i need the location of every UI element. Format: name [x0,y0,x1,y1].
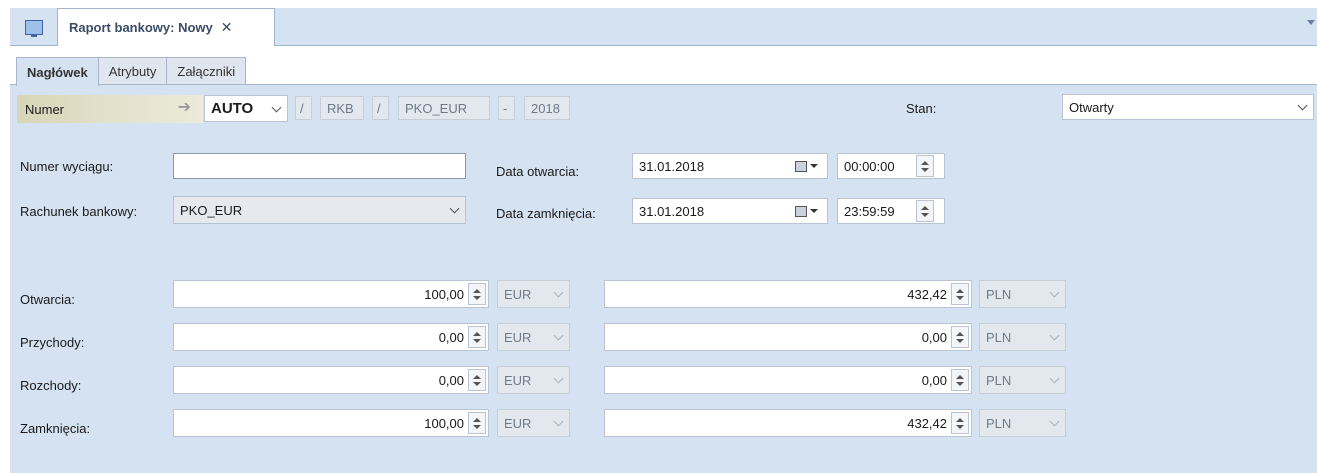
rachunek-value: PKO_EUR [180,202,243,218]
numer-wyciagu-label: Numer wyciągu: [20,159,114,174]
amount-pln-input[interactable]: 432,42 [604,280,972,308]
rachunek-label: Rachunek bankowy: [20,204,138,219]
data-zamkniecia-date-value: 31.01.2018 [639,203,705,219]
app-menu-button[interactable] [10,8,58,46]
currency-pln-select: PLN [979,409,1066,437]
numer-rkb: RKB [320,96,364,120]
close-icon[interactable]: ✕ [221,19,233,36]
amount-spinner-icon[interactable] [951,326,969,348]
data-otwarcia-time-value: 00:00:00 [844,158,895,174]
data-zamkniecia-time-value: 23:59:59 [844,203,895,219]
amount-eur-input[interactable]: 100,00 [173,280,489,308]
numer-wyciagu-input[interactable] [173,153,466,179]
amount-label: Przychody: [20,335,85,350]
currency-pln-select: PLN [979,366,1066,394]
numer-label-text: Numer [25,101,65,117]
arrow-right-icon: ➔ [177,99,191,116]
amount-spinner-icon[interactable] [951,412,969,434]
time-spinner-icon[interactable] [916,200,934,222]
chevron-down-icon [271,102,282,113]
data-otwarcia-date-value: 31.01.2018 [639,158,705,174]
calendar-dropdown-icon[interactable] [792,155,820,177]
amount-spinner-icon[interactable] [951,369,969,391]
tab-list-dropdown-icon[interactable] [1307,20,1315,25]
amount-eur-input[interactable]: 0,00 [173,366,489,394]
data-otwarcia-label: Data otwarcia: [496,164,580,179]
rachunek-select[interactable]: PKO_EUR [173,196,466,224]
amount-label: Rozchody: [20,378,82,393]
chevron-down-icon [449,203,460,214]
tab-naglowek[interactable]: Nagłówek [16,57,99,86]
amount-spinner-icon[interactable] [468,369,486,391]
amount-eur-input[interactable]: 0,00 [173,323,489,351]
currency-eur-select: EUR [497,409,570,437]
amount-eur-input[interactable]: 100,00 [173,409,489,437]
amount-spinner-icon[interactable] [468,326,486,348]
amount-pln-input[interactable]: 432,42 [604,409,972,437]
amount-pln-input[interactable]: 0,00 [604,366,972,394]
numer-account: PKO_EUR [398,96,490,120]
amount-spinner-icon[interactable] [951,283,969,305]
numer-label[interactable]: Numer ➔ [17,95,203,123]
numer-dash: - [498,96,515,120]
numer-sep-1: / [295,96,312,120]
stan-value: Otwarty [1069,99,1114,115]
currency-eur-select: EUR [497,323,570,351]
amount-pln-input[interactable]: 0,00 [604,323,972,351]
document-tab[interactable]: Raport bankowy: Nowy ✕ [57,8,275,46]
currency-pln-select: PLN [979,280,1066,308]
tab-zalaczniki[interactable]: Załączniki [166,57,247,85]
numer-sep-2: / [372,96,389,120]
currency-eur-select: EUR [497,280,570,308]
numer-auto-value: AUTO [211,100,254,117]
amount-label: Otwarcia: [20,292,75,307]
form-tabs: Nagłówek Atrybuty Załączniki [16,57,247,86]
data-zamkniecia-label: Data zamknięcia: [496,206,596,221]
stan-label: Stan: [906,101,937,116]
tab-atrybuty[interactable]: Atrybuty [97,57,168,85]
monitor-icon [25,19,43,37]
chevron-down-icon [1297,100,1308,111]
numer-auto-select[interactable]: AUTO [204,95,288,122]
amount-spinner-icon[interactable] [468,412,486,434]
amount-label: Zamknięcia: [20,421,91,436]
amount-spinner-icon[interactable] [468,283,486,305]
currency-pln-select: PLN [979,323,1066,351]
time-spinner-icon[interactable] [916,155,934,177]
currency-eur-select: EUR [497,366,570,394]
stan-select[interactable]: Otwarty [1062,94,1314,120]
numer-year: 2018 [524,96,570,120]
document-tab-title: Raport bankowy: Nowy [69,20,213,35]
calendar-dropdown-icon[interactable] [792,200,820,222]
